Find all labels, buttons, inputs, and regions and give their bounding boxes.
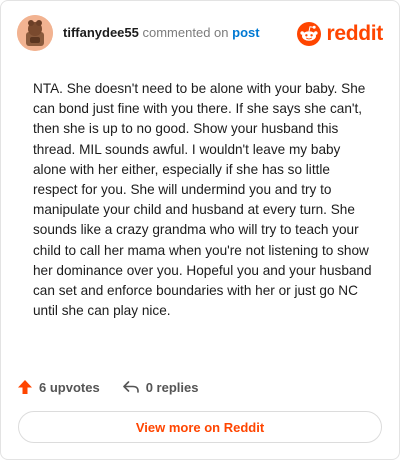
action-text: commented on [142, 25, 229, 40]
comment-header: tiffanydee55 commented on post reddit [17, 15, 383, 55]
author-line: tiffanydee55 commented on post [63, 25, 260, 41]
post-link[interactable]: post [232, 25, 259, 40]
reddit-wordmark: reddit [326, 22, 383, 45]
comment-meta: 6 upvotes 0 replies [17, 377, 198, 397]
upvotes[interactable]: 6 upvotes [17, 379, 100, 395]
upvote-arrow-icon [18, 380, 32, 394]
reply-count: 0 replies [145, 379, 199, 395]
author-name[interactable]: tiffanydee55 [63, 25, 139, 40]
view-more-button[interactable]: View more on Reddit [18, 411, 382, 443]
comment-body: NTA. She doesn't need to be alone with y… [33, 81, 372, 319]
reddit-brand[interactable]: reddit [297, 21, 383, 47]
avatar[interactable] [17, 15, 53, 51]
upvote-count: 6 upvotes [39, 379, 100, 395]
replies[interactable]: 0 replies [122, 379, 199, 395]
reddit-logo-icon [297, 22, 322, 46]
comment-embed-card: tiffanydee55 commented on post reddit NT… [0, 0, 400, 460]
reply-arrow-icon [122, 381, 139, 393]
